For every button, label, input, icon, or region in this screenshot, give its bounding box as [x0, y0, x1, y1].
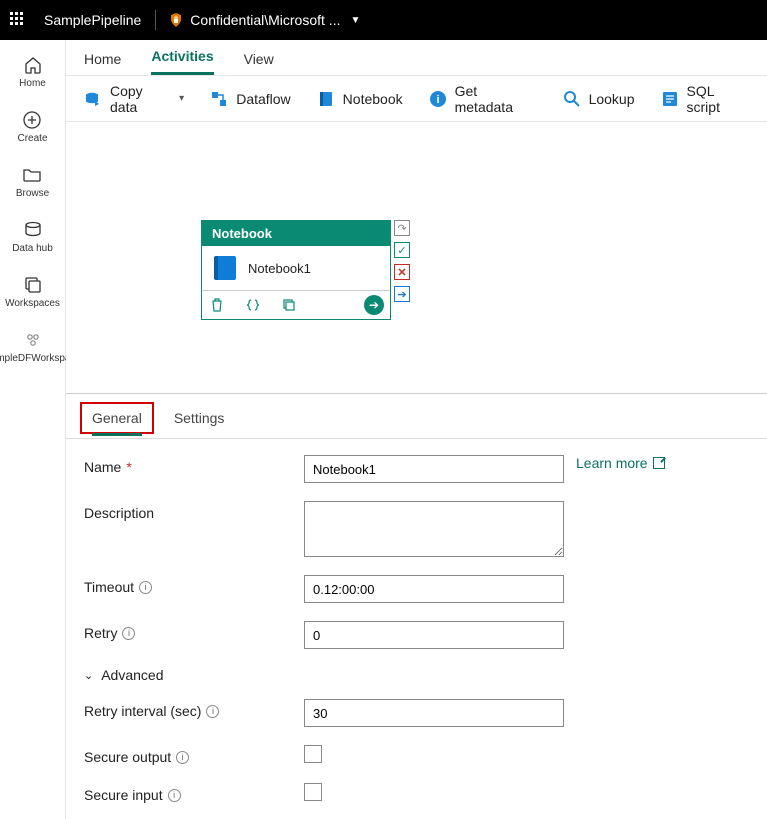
pipeline-name[interactable]: SamplePipeline: [44, 12, 141, 28]
retry-label: Retry i: [84, 621, 304, 641]
home-icon: [22, 54, 44, 76]
general-form: Name * Learn more Description Timeout: [66, 439, 767, 819]
advanced-toggle[interactable]: ⌄ Advanced: [84, 667, 749, 683]
secure-output-label: Secure output i: [84, 745, 304, 765]
shield-lock-icon: [168, 12, 184, 28]
notebook-icon: [214, 256, 236, 280]
secure-input-checkbox[interactable]: [304, 783, 322, 801]
copy-icon[interactable]: [280, 296, 298, 314]
node-toolbar: ➔: [202, 290, 390, 319]
svg-text:i: i: [436, 94, 439, 106]
delete-icon[interactable]: [208, 296, 226, 314]
ribbon-dataflow[interactable]: Dataflow: [210, 90, 290, 108]
name-input[interactable]: [304, 455, 564, 483]
properties-tabbar: General Settings: [66, 394, 767, 434]
plus-circle-icon: [21, 109, 43, 131]
port-success-icon[interactable]: ✓: [394, 242, 410, 258]
info-icon[interactable]: i: [176, 751, 189, 764]
description-label: Description: [84, 501, 304, 521]
nav-workspaces[interactable]: Workspaces: [5, 274, 60, 309]
retry-interval-input[interactable]: [304, 699, 564, 727]
ribbon-label: Dataflow: [236, 91, 290, 107]
activity-node-notebook[interactable]: Notebook Notebook1 ➔: [201, 220, 391, 320]
app-launcher-icon[interactable]: [10, 12, 26, 28]
info-circle-icon: i: [429, 90, 447, 108]
node-output-ports: ↷ ✓ ✕ ➔: [394, 220, 410, 302]
secure-output-checkbox[interactable]: [304, 745, 322, 763]
description-input[interactable]: [304, 501, 564, 557]
left-nav: Home Create Browse Data hub Workspaces S…: [0, 40, 66, 819]
ribbon-label: SQL script: [687, 83, 750, 115]
ribbon-label: Copy data: [110, 83, 171, 115]
main: Home Activities View Copy data ▾ Dataflo…: [66, 40, 767, 819]
main-tabbar: Home Activities View: [66, 40, 767, 76]
node-body: Notebook1: [202, 246, 390, 290]
chevron-down-icon: ▼: [350, 15, 360, 26]
folder-icon: [21, 164, 43, 186]
workspaces-icon: [22, 274, 44, 296]
ribbon-sql-script[interactable]: SQL script: [661, 83, 750, 115]
info-icon[interactable]: i: [122, 627, 135, 640]
nav-create[interactable]: Create: [17, 109, 47, 144]
ribbon-notebook[interactable]: Notebook: [317, 90, 403, 108]
copy-data-icon: [84, 90, 102, 108]
required-asterisk: *: [126, 459, 131, 475]
nav-label: Home: [19, 78, 46, 89]
nav-label: Workspaces: [5, 298, 60, 309]
ribbon: Copy data ▾ Dataflow Notebook i Get meta…: [66, 76, 767, 122]
prop-tab-settings[interactable]: Settings: [164, 404, 235, 432]
nav-datahub[interactable]: Data hub: [12, 219, 53, 254]
search-icon: [563, 90, 581, 108]
tab-activities[interactable]: Activities: [151, 40, 213, 75]
nav-label: Create: [17, 133, 47, 144]
chevron-down-icon: ⌄: [84, 669, 93, 682]
node-type-label: Notebook: [202, 221, 390, 246]
name-label: Name *: [84, 455, 304, 475]
node-title: Notebook1: [248, 261, 311, 276]
prop-tab-general[interactable]: General: [80, 402, 154, 434]
database-icon: [22, 219, 44, 241]
learn-more-link[interactable]: Learn more: [576, 455, 665, 471]
retry-input[interactable]: [304, 621, 564, 649]
info-icon[interactable]: i: [206, 705, 219, 718]
tab-view[interactable]: View: [244, 43, 274, 75]
ribbon-copy-data[interactable]: Copy data ▾: [84, 83, 184, 115]
sensitivity-label: Confidential\Microsoft ...: [190, 12, 340, 28]
notebook-icon: [317, 90, 335, 108]
run-arrow-icon[interactable]: ➔: [364, 295, 384, 315]
info-icon[interactable]: i: [139, 581, 152, 594]
nav-label: Browse: [16, 188, 49, 199]
tab-home[interactable]: Home: [84, 43, 121, 75]
ribbon-label: Lookup: [589, 91, 635, 107]
external-link-icon: [653, 457, 665, 469]
pipeline-canvas[interactable]: Notebook Notebook1 ➔ ↷ ✓ ✕ ➔: [66, 122, 767, 393]
port-fail-icon[interactable]: ✕: [394, 264, 410, 280]
ribbon-label: Notebook: [343, 91, 403, 107]
sensitivity-dropdown[interactable]: Confidential\Microsoft ... ▼: [168, 12, 360, 28]
sql-script-icon: [661, 90, 679, 108]
workspace-icon: [22, 329, 44, 351]
dataflow-icon: [210, 90, 228, 108]
ribbon-lookup[interactable]: Lookup: [563, 90, 635, 108]
retry-interval-label: Retry interval (sec) i: [84, 699, 304, 719]
timeout-input[interactable]: [304, 575, 564, 603]
code-braces-icon[interactable]: [244, 296, 262, 314]
port-skip-icon[interactable]: ↷: [394, 220, 410, 236]
nav-label: Data hub: [12, 243, 53, 254]
timeout-label: Timeout i: [84, 575, 304, 595]
top-bar: SamplePipeline Confidential\Microsoft ..…: [0, 0, 767, 40]
ribbon-label: Get metadata: [455, 83, 537, 115]
ribbon-get-metadata[interactable]: i Get metadata: [429, 83, 537, 115]
info-icon[interactable]: i: [168, 789, 181, 802]
secure-input-label: Secure input i: [84, 783, 304, 803]
port-completion-icon[interactable]: ➔: [394, 286, 410, 302]
chevron-down-icon: ▾: [179, 93, 184, 104]
divider: [155, 10, 156, 30]
properties-panel: General Settings Name * Learn more Descr…: [66, 393, 767, 819]
nav-home[interactable]: Home: [19, 54, 46, 89]
nav-browse[interactable]: Browse: [16, 164, 49, 199]
